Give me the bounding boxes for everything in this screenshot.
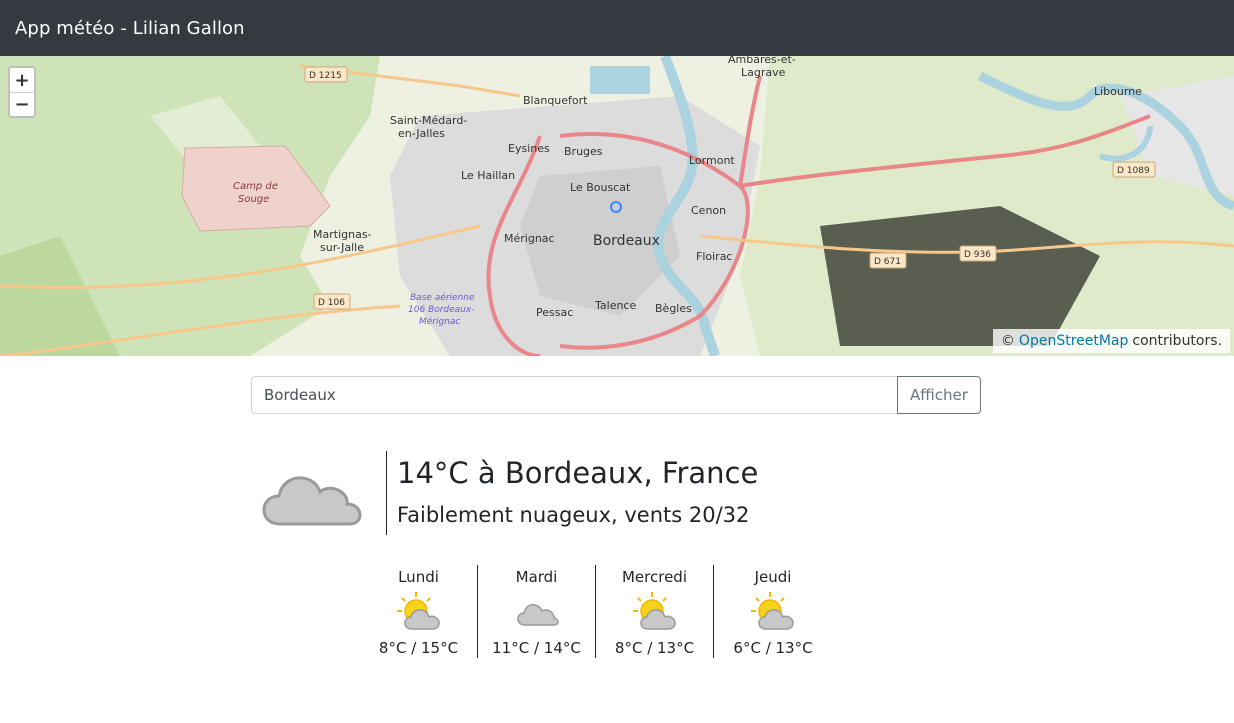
cloud-icon: [516, 604, 559, 626]
navbar: App météo - Lilian Gallon: [0, 0, 1234, 56]
svg-text:D 106: D 106: [318, 298, 345, 308]
app-title[interactable]: App météo - Lilian Gallon: [15, 18, 245, 39]
attribution-suffix: contributors.: [1132, 333, 1222, 349]
sun-cloud-icon: [751, 592, 794, 630]
svg-text:Saint-Médard-: Saint-Médard-: [390, 114, 467, 127]
forecast-list: Lundi 8°C / 15°C Mardi 11°C / 14°C Mercr…: [360, 565, 832, 658]
svg-text:Libourne: Libourne: [1094, 85, 1142, 98]
forecast-temps: 11°C / 14°C: [492, 639, 581, 657]
svg-text:D 671: D 671: [874, 257, 901, 267]
svg-text:Mérignac: Mérignac: [419, 316, 460, 327]
svg-text:Le Bouscat: Le Bouscat: [570, 181, 631, 194]
svg-text:Cenon: Cenon: [691, 204, 726, 217]
cloud-icon: [262, 476, 362, 526]
svg-text:en-Jalles: en-Jalles: [398, 127, 445, 140]
svg-text:D 1215: D 1215: [309, 71, 342, 81]
search-bar: Afficher: [251, 376, 981, 414]
svg-text:Le Haillan: Le Haillan: [461, 169, 515, 182]
current-divider: [386, 451, 387, 535]
show-button[interactable]: Afficher: [897, 376, 981, 414]
svg-text:D 1089: D 1089: [1117, 166, 1150, 176]
openstreetmap-link[interactable]: OpenStreetMap: [1019, 333, 1128, 349]
forecast-day-name: Jeudi: [754, 568, 792, 586]
map-attribution: © OpenStreetMap contributors.: [992, 329, 1230, 353]
sun-cloud-icon: [632, 592, 676, 630]
svg-text:D 936: D 936: [964, 250, 991, 260]
forecast-temps: 6°C / 13°C: [733, 639, 813, 657]
svg-text:Base aérienne: Base aérienne: [410, 292, 475, 303]
svg-text:Camp de: Camp de: [233, 181, 278, 192]
city-search-input[interactable]: [251, 376, 897, 414]
svg-text:Lormont: Lormont: [689, 154, 735, 167]
sun-cloud-icon: [396, 592, 440, 630]
map-tiles: Bordeaux Blanquefort Saint-Médard- en-Ja…: [0, 56, 1234, 356]
forecast-day: Jeudi 6°C / 13°C: [714, 565, 832, 658]
svg-text:Talence: Talence: [594, 299, 636, 312]
current-weather-title: 14°C à Bordeaux, France: [397, 456, 759, 490]
forecast-day-name: Mercredi: [621, 568, 687, 586]
svg-text:Souge: Souge: [238, 194, 269, 205]
copyright-symbol: ©: [1000, 333, 1015, 349]
forecast-day: Mardi 11°C / 14°C: [478, 565, 596, 658]
svg-text:Mérignac: Mérignac: [504, 232, 555, 245]
svg-text:Bordeaux: Bordeaux: [593, 233, 660, 249]
zoom-in-button[interactable]: +: [10, 68, 34, 92]
svg-text:Ambarès-et-: Ambarès-et-: [728, 56, 796, 66]
map[interactable]: Bordeaux Blanquefort Saint-Médard- en-Ja…: [0, 56, 1234, 356]
forecast-day: Lundi 8°C / 15°C: [360, 565, 478, 658]
svg-text:Lagrave: Lagrave: [741, 66, 786, 79]
svg-text:Martignas-: Martignas-: [313, 228, 372, 241]
svg-text:Floirac: Floirac: [696, 250, 732, 263]
svg-text:106 Bordeaux-: 106 Bordeaux-: [408, 305, 474, 315]
zoom-control: + −: [8, 66, 36, 118]
svg-text:Eysines: Eysines: [508, 142, 550, 155]
current-weather-description: Faiblement nuageux, vents 20/32: [397, 503, 750, 527]
forecast-day-name: Lundi: [398, 568, 439, 586]
svg-text:sur-Jalle: sur-Jalle: [320, 241, 364, 254]
forecast-temps: 8°C / 13°C: [614, 639, 695, 657]
forecast-day-name: Mardi: [515, 568, 558, 586]
forecast-temps: 8°C / 15°C: [378, 639, 459, 657]
svg-text:Blanquefort: Blanquefort: [523, 94, 588, 107]
svg-text:Bègles: Bègles: [655, 302, 692, 315]
svg-text:Bruges: Bruges: [564, 145, 603, 158]
zoom-out-button[interactable]: −: [10, 92, 34, 116]
forecast-day: Mercredi 8°C / 13°C: [596, 565, 714, 658]
svg-text:Pessac: Pessac: [536, 306, 573, 319]
